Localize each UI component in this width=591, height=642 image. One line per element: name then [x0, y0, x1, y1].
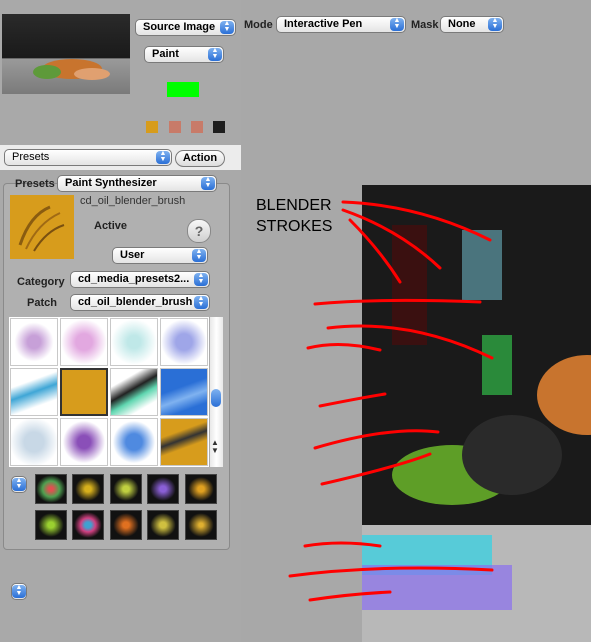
brush-preset-grid [9, 317, 209, 467]
presets-popup-label: Presets [12, 151, 50, 163]
paint-popup-label: Paint [152, 48, 179, 60]
popup-arrows-icon: ▲ ▼ [194, 272, 208, 286]
help-button[interactable]: ? [187, 219, 211, 243]
popup-arrows-icon: ▲ ▼ [192, 248, 206, 262]
color-swatch-2[interactable] [169, 121, 181, 133]
brush-thumb[interactable] [35, 510, 67, 540]
brush-thumb[interactable] [110, 474, 142, 504]
brush-thumb[interactable] [147, 474, 179, 504]
paint-popup[interactable]: Paint ▲ ▼ [144, 46, 224, 63]
help-icon: ? [194, 223, 204, 239]
user-popup-label: User [120, 249, 145, 261]
patch-popup-label: cd_oil_blender_brush [78, 296, 193, 308]
popup-arrows-icon: ▲ ▼ [156, 150, 170, 164]
brush-tile[interactable] [160, 418, 208, 466]
brush-thumb[interactable] [185, 474, 217, 504]
scroll-thumb[interactable] [211, 389, 221, 407]
brush-tile[interactable] [110, 368, 158, 416]
current-color-swatch[interactable] [167, 82, 199, 97]
popup-arrows-icon: ▲ ▼ [194, 295, 208, 309]
category-popup-label: cd_media_presets2... [78, 273, 190, 285]
brush-tile[interactable] [110, 318, 158, 366]
category-popup[interactable]: cd_media_presets2... ▲ ▼ [70, 271, 210, 288]
brush-thumb[interactable] [147, 510, 179, 540]
user-popup[interactable]: User ▲ ▼ [112, 247, 208, 264]
brush-grid-scrollbar[interactable]: ▲ ▼ [209, 317, 223, 467]
brush-set-stepper[interactable]: ▲ ▼ [11, 476, 27, 493]
scroll-arrows-icon[interactable]: ▲ ▼ [211, 439, 219, 455]
source-image-popup[interactable]: Source Image ▲ ▼ [135, 19, 236, 36]
brush-tile[interactable] [60, 368, 108, 416]
color-swatch-1[interactable] [146, 121, 158, 133]
brush-tile[interactable] [10, 318, 58, 366]
bottom-stepper[interactable]: ▲ ▼ [11, 583, 27, 600]
patch-label: Patch [27, 297, 57, 309]
presets-label: Presets [15, 178, 55, 190]
brush-name: cd_oil_blender_brush [80, 195, 186, 207]
presets-popup[interactable]: Presets ▲ ▼ [4, 149, 172, 166]
brush-thumb[interactable] [110, 510, 142, 540]
mode-popup-label: Interactive Pen [284, 18, 363, 30]
mask-popup-label: None [448, 18, 476, 30]
brush-thumb[interactable] [185, 510, 217, 540]
brush-tile[interactable] [60, 318, 108, 366]
popup-arrows-icon: ▲ ▼ [12, 477, 26, 491]
brush-thumb[interactable] [72, 510, 104, 540]
popup-arrows-icon: ▲ ▼ [220, 20, 234, 34]
brush-tile[interactable] [10, 418, 58, 466]
mode-label: Mode [244, 19, 273, 31]
preset-type-popup[interactable]: Paint Synthesizer ▲ ▼ [57, 175, 217, 192]
color-swatch-3[interactable] [191, 121, 203, 133]
brush-tile[interactable] [160, 318, 208, 366]
popup-arrows-icon: ▲ ▼ [208, 47, 222, 61]
popup-arrows-icon: ▲ ▼ [12, 584, 26, 598]
preset-type-popup-label: Paint Synthesizer [65, 177, 157, 189]
brush-thumb[interactable] [72, 474, 104, 504]
mask-popup[interactable]: None ▲ ▼ [440, 16, 504, 33]
brush-tile[interactable] [60, 418, 108, 466]
category-label: Category [17, 276, 65, 288]
color-swatch-4[interactable] [213, 121, 225, 133]
active-label: Active [94, 220, 128, 232]
popup-arrows-icon: ▲ ▼ [201, 176, 215, 190]
source-thumbnail[interactable] [2, 14, 130, 94]
popup-arrows-icon: ▲ ▼ [390, 17, 404, 31]
action-button[interactable]: Action [175, 150, 225, 167]
source-image-popup-label: Source Image [143, 21, 216, 33]
brush-tile[interactable] [110, 418, 158, 466]
mask-label: Mask [411, 19, 439, 31]
brush-tile[interactable] [160, 368, 208, 416]
brush-thumb[interactable] [35, 474, 67, 504]
brush-preview [10, 195, 74, 259]
brush-tile[interactable] [10, 368, 58, 416]
popup-arrows-icon: ▲ ▼ [488, 17, 502, 31]
patch-popup[interactable]: cd_oil_blender_brush ▲ ▼ [70, 294, 210, 311]
red-stroke-annotations [288, 200, 494, 602]
mode-popup[interactable]: Interactive Pen ▲ ▼ [276, 16, 406, 33]
